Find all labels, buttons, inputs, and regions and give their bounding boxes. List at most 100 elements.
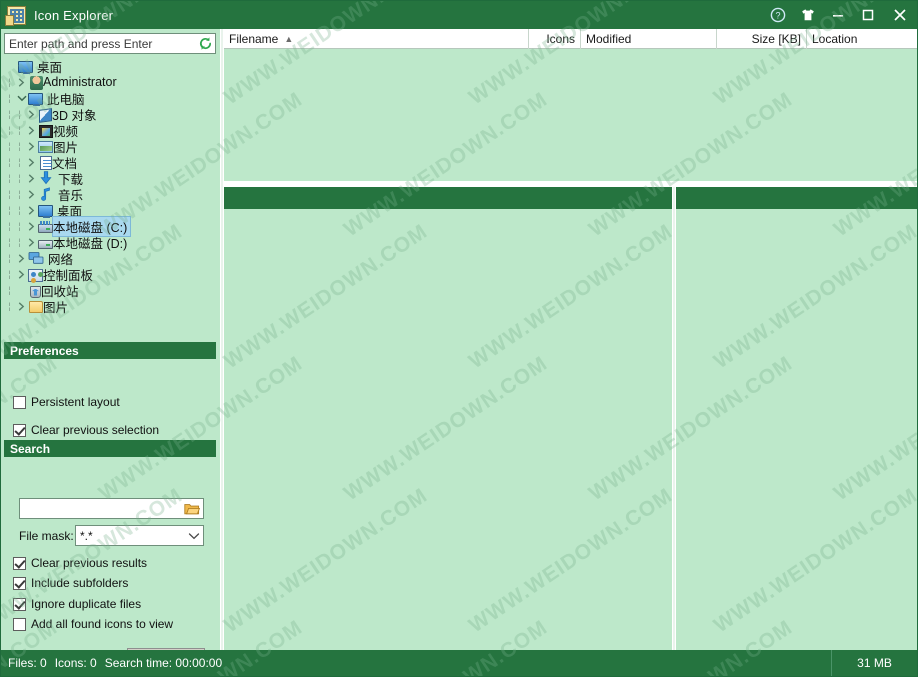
checkbox-box[interactable]	[13, 576, 26, 590]
window-title: Icon Explorer	[34, 7, 114, 23]
sidebar: 桌面¦Administrator¦此电脑¦¦3D 对象¦¦视频¦¦图片¦¦文档¦…	[1, 29, 220, 670]
icon-grid-icon	[5, 5, 26, 26]
tree-indent-guide: ¦	[18, 157, 22, 167]
checkbox-clear-previous-results[interactable]: Clear previous results	[13, 556, 147, 570]
tree-item[interactable]: ¦ 回收站	[5, 282, 215, 299]
chevron-right-icon[interactable]	[15, 298, 28, 314]
search-header: Search	[4, 440, 216, 457]
column-header-icons[interactable]: Icons	[529, 29, 581, 49]
recycle-bin-icon	[30, 285, 41, 298]
video-icon	[39, 124, 53, 138]
chevron-down-icon[interactable]	[185, 526, 203, 545]
tree-indent-guide: ¦	[8, 237, 12, 247]
maximize-icon[interactable]	[853, 1, 883, 29]
checkbox-ignore-duplicate-files[interactable]: Ignore duplicate files	[13, 597, 141, 611]
checkbox-clear-previous-selection[interactable]: Clear previous selection	[13, 423, 159, 437]
tree-item[interactable]: ¦ ¦ 本地磁盘 (D:)	[5, 234, 215, 251]
chevron-right-icon[interactable]	[25, 234, 38, 250]
shirt-icon[interactable]	[793, 1, 823, 29]
column-header-row: Filename ▲ Icons Modified Size [KB] Loca…	[224, 29, 917, 49]
chevron-right-icon[interactable]	[25, 122, 38, 138]
icon-detail-pane-body[interactable]	[676, 209, 917, 650]
column-header-filename[interactable]: Filename ▲	[224, 29, 529, 49]
tree-item[interactable]: ¦ ¦ 音乐	[5, 186, 215, 203]
tree-indent-guide: ¦	[8, 125, 12, 135]
chevron-right-icon[interactable]	[25, 138, 38, 154]
search-path-field	[19, 498, 204, 519]
tree-item-label: 桌面	[37, 60, 63, 75]
sidebar-splitter[interactable]	[220, 29, 224, 650]
icon-detail-pane-header	[676, 187, 917, 209]
icon-explorer-window: Icon Explorer ? Enter path and press Ent…	[0, 0, 918, 677]
tree-twisty-empty	[5, 58, 18, 74]
tree-item[interactable]: ¦ ¦ 图片	[5, 138, 215, 155]
folder-open-icon[interactable]	[181, 499, 203, 518]
tree-indent-guide: ¦	[18, 205, 22, 215]
icon-preview-pane-body[interactable]	[224, 209, 672, 650]
tree-item[interactable]: ¦ 此电脑	[5, 90, 215, 107]
chevron-right-icon[interactable]	[25, 106, 38, 122]
status-icons-count: Icons: 0	[54, 656, 97, 670]
main-area: Filename ▲ Icons Modified Size [KB] Loca…	[224, 29, 917, 650]
chevron-right-icon[interactable]	[25, 154, 38, 170]
bottom-panes	[224, 187, 917, 650]
tree-item[interactable]: ¦ ¦ 视频	[5, 122, 215, 139]
checkbox-add-all-found-icons[interactable]: Add all found icons to view	[13, 617, 173, 631]
tree-item[interactable]: ¦ 控制面板	[5, 266, 215, 283]
tree-item[interactable]: 桌面	[5, 58, 215, 75]
tree-indent-guide: ¦	[8, 253, 12, 263]
chevron-right-icon[interactable]	[15, 266, 28, 282]
tree-item[interactable]: ¦ ¦ 文档	[5, 154, 215, 171]
help-icon[interactable]: ?	[763, 1, 793, 29]
chevron-down-icon[interactable]	[15, 90, 28, 106]
window-controls: ?	[763, 1, 917, 29]
chevron-right-icon[interactable]	[25, 186, 38, 202]
icon-preview-pane[interactable]	[224, 187, 672, 650]
column-header-size[interactable]: Size [KB]	[717, 29, 807, 49]
chevron-right-icon[interactable]	[25, 170, 38, 186]
tree-indent-guide: ¦	[8, 285, 12, 295]
file-mask-combobox[interactable]: *.*	[75, 525, 204, 546]
search-path-input[interactable]	[20, 500, 181, 517]
tree-item[interactable]: ¦ 图片	[5, 298, 215, 315]
status-search-time: Search time: 00:00:00	[104, 656, 223, 670]
tree-indent-guide: ¦	[8, 269, 12, 279]
checkbox-persistent-layout[interactable]: Persistent layout	[13, 395, 120, 409]
column-label: Filename	[229, 32, 279, 46]
chevron-right-icon[interactable]	[25, 202, 38, 218]
minimize-icon[interactable]	[823, 1, 853, 29]
3d-object-icon	[39, 107, 52, 123]
path-input[interactable]	[5, 35, 195, 52]
chevron-right-icon[interactable]	[25, 218, 38, 234]
column-header-modified[interactable]: Modified	[581, 29, 717, 49]
folder-tree[interactable]: 桌面 ¦ Administrator ¦ 此电脑 ¦ ¦ 3D 对象 ¦ ¦ 视频 ¦ ¦ 图片 ¦ ¦ 文档 ¦…	[4, 57, 216, 362]
file-list[interactable]	[224, 49, 917, 181]
tree-item[interactable]: ¦ ¦ 3D 对象	[5, 106, 215, 123]
checkbox-box[interactable]	[13, 556, 26, 570]
tree-item[interactable]: ¦ Administrator	[5, 74, 215, 90]
checkbox-box[interactable]	[13, 395, 26, 409]
icon-detail-pane[interactable]	[676, 187, 917, 650]
preferences-header: Preferences	[4, 342, 216, 359]
checkbox-label: Clear previous selection	[31, 423, 160, 437]
status-bar: Files: 0 Icons: 0 Search time: 00:00:00 …	[1, 650, 917, 676]
tree-item[interactable]: ¦ 网络	[5, 250, 215, 267]
tree-indent-guide: ¦	[8, 93, 12, 103]
chevron-right-icon[interactable]	[15, 74, 28, 90]
tree-indent-guide: ¦	[18, 237, 22, 247]
tree-item-label: Administrator	[43, 75, 117, 89]
checkbox-box[interactable]	[13, 597, 26, 611]
chevron-right-icon[interactable]	[15, 250, 28, 266]
status-files-count: Files: 0	[8, 656, 47, 670]
checkbox-include-subfolders[interactable]: Include subfolders	[13, 576, 128, 590]
checkbox-box[interactable]	[13, 617, 26, 631]
column-label: Modified	[586, 32, 632, 46]
column-header-location[interactable]: Location	[807, 29, 917, 49]
close-icon[interactable]	[883, 1, 917, 29]
checkbox-box[interactable]	[13, 423, 26, 437]
tree-indent-guide: ¦	[8, 77, 12, 87]
refresh-icon[interactable]	[195, 34, 215, 53]
file-mask-value: *.*	[80, 528, 93, 543]
checkbox-label: Ignore duplicate files	[31, 597, 142, 611]
tree-item[interactable]: ¦ ¦ 下载	[5, 170, 215, 187]
